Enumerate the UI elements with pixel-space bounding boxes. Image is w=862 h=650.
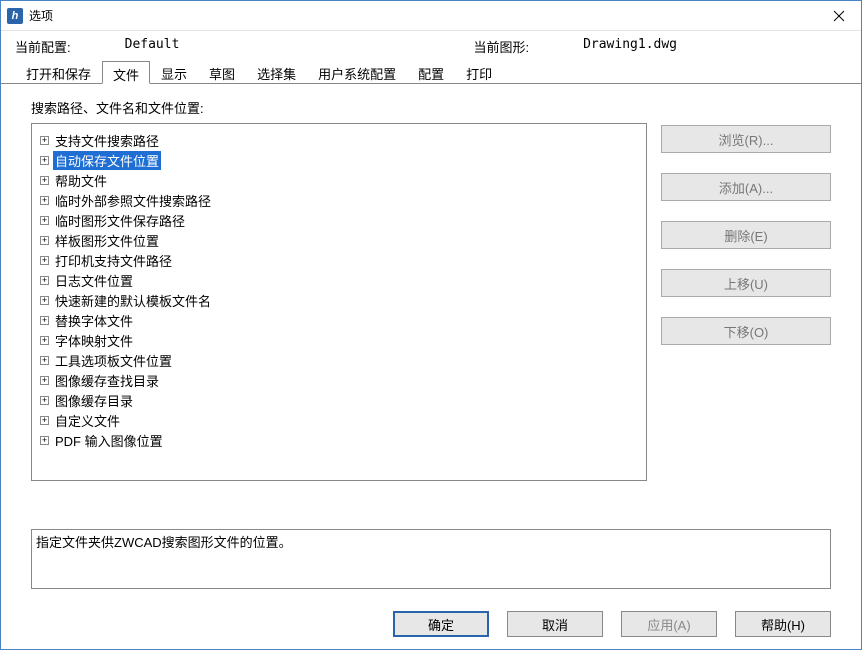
close-button[interactable] xyxy=(817,1,861,31)
move-up-button[interactable]: 上移(U) xyxy=(661,269,831,297)
expand-icon[interactable]: + xyxy=(40,196,49,205)
delete-button[interactable]: 删除(E) xyxy=(661,221,831,249)
tree-item[interactable]: + 帮助文件 xyxy=(36,170,642,190)
tab-4[interactable]: 选择集 xyxy=(246,60,307,83)
expand-icon[interactable]: + xyxy=(40,216,49,225)
tree-item-label: 图像缓存查找目录 xyxy=(53,371,161,390)
tree-item[interactable]: + 样板图形文件位置 xyxy=(36,230,642,250)
expand-icon[interactable]: + xyxy=(40,436,49,445)
cancel-button[interactable]: 取消 xyxy=(507,611,603,637)
current-drawing-value: Drawing1.dwg xyxy=(583,37,677,56)
tree-item[interactable]: + 图像缓存查找目录 xyxy=(36,370,642,390)
current-drawing-label: 当前图形: xyxy=(473,37,529,56)
expand-icon[interactable]: + xyxy=(40,156,49,165)
ok-button[interactable]: 确定 xyxy=(393,611,489,637)
tree-item[interactable]: + 临时图形文件保存路径 xyxy=(36,210,642,230)
expand-icon[interactable]: + xyxy=(40,416,49,425)
titlebar: h 选项 xyxy=(1,1,861,31)
tabbar: 打开和保存文件显示草图选择集用户系统配置配置打印 xyxy=(1,60,861,84)
tree-item-label: 支持文件搜索路径 xyxy=(53,131,161,150)
move-down-button[interactable]: 下移(O) xyxy=(661,317,831,345)
tree-item-label: 自动保存文件位置 xyxy=(53,151,161,170)
tree-item-label: 日志文件位置 xyxy=(53,271,135,290)
expand-icon[interactable]: + xyxy=(40,376,49,385)
close-icon xyxy=(833,10,845,22)
tree-item-label: 自定义文件 xyxy=(53,411,122,430)
tab-3[interactable]: 草图 xyxy=(198,60,246,83)
expand-icon[interactable]: + xyxy=(40,256,49,265)
help-button[interactable]: 帮助(H) xyxy=(735,611,831,637)
expand-icon[interactable]: + xyxy=(40,236,49,245)
tree-item-label: 字体映射文件 xyxy=(53,331,135,350)
tree-item-label: 临时外部参照文件搜索路径 xyxy=(53,191,213,210)
tab-6[interactable]: 配置 xyxy=(407,60,455,83)
tree-item-label: 打印机支持文件路径 xyxy=(53,251,174,270)
expand-icon[interactable]: + xyxy=(40,136,49,145)
expand-icon[interactable]: + xyxy=(40,396,49,405)
tab-7[interactable]: 打印 xyxy=(455,60,503,83)
tree-item-label: 帮助文件 xyxy=(53,171,109,190)
browse-button[interactable]: 浏览(R)... xyxy=(661,125,831,153)
tree-item[interactable]: + 快速新建的默认模板文件名 xyxy=(36,290,642,310)
section-label: 搜索路径、文件名和文件位置: xyxy=(31,98,831,117)
expand-icon[interactable]: + xyxy=(40,276,49,285)
expand-icon[interactable]: + xyxy=(40,316,49,325)
window-title: 选项 xyxy=(29,7,53,24)
tree-item-label: 替换字体文件 xyxy=(53,311,135,330)
header-row: 当前配置: Default 当前图形: Drawing1.dwg xyxy=(1,31,861,58)
tree-item-label: 样板图形文件位置 xyxy=(53,231,161,250)
tree-item[interactable]: + 替换字体文件 xyxy=(36,310,642,330)
side-buttons: 浏览(R)... 添加(A)... 删除(E) 上移(U) 下移(O) xyxy=(661,123,831,503)
current-profile-label: 当前配置: xyxy=(15,37,71,56)
expand-icon[interactable]: + xyxy=(40,356,49,365)
tree-item[interactable]: + 支持文件搜索路径 xyxy=(36,130,642,150)
tree-item-label: PDF 输入图像位置 xyxy=(53,431,165,450)
app-icon: h xyxy=(7,8,23,24)
tree-item[interactable]: + 打印机支持文件路径 xyxy=(36,250,642,270)
options-dialog: h 选项 当前配置: Default 当前图形: Drawing1.dwg 打开… xyxy=(0,0,862,650)
expand-icon[interactable]: + xyxy=(40,336,49,345)
tree-item-label: 图像缓存目录 xyxy=(53,391,135,410)
tab-2[interactable]: 显示 xyxy=(150,60,198,83)
expand-icon[interactable]: + xyxy=(40,176,49,185)
current-profile-value: Default xyxy=(125,37,180,56)
add-button[interactable]: 添加(A)... xyxy=(661,173,831,201)
tree-item[interactable]: + 临时外部参照文件搜索路径 xyxy=(36,190,642,210)
expand-icon[interactable]: + xyxy=(40,296,49,305)
tree-item[interactable]: + 图像缓存目录 xyxy=(36,390,642,410)
tree-item[interactable]: + 字体映射文件 xyxy=(36,330,642,350)
tree-item-label: 工具选项板文件位置 xyxy=(53,351,174,370)
tree-item[interactable]: + PDF 输入图像位置 xyxy=(36,430,642,450)
apply-button[interactable]: 应用(A) xyxy=(621,611,717,637)
tree-item[interactable]: + 工具选项板文件位置 xyxy=(36,350,642,370)
tree-item-label: 临时图形文件保存路径 xyxy=(53,211,187,230)
tab-0[interactable]: 打开和保存 xyxy=(15,60,102,83)
tree-item[interactable]: + 自定义文件 xyxy=(36,410,642,430)
tree-item-label: 快速新建的默认模板文件名 xyxy=(53,291,213,310)
tab-1[interactable]: 文件 xyxy=(102,61,150,84)
description-box: 指定文件夹供ZWCAD搜索图形文件的位置。 xyxy=(31,529,831,589)
tab-5[interactable]: 用户系统配置 xyxy=(307,60,407,83)
footer: 确定 取消 应用(A) 帮助(H) xyxy=(1,599,861,649)
tree-item[interactable]: + 日志文件位置 xyxy=(36,270,642,290)
tree-view[interactable]: + 支持文件搜索路径 + 自动保存文件位置 + 帮助文件 + 临时外部参照文件搜索路径 + 临时图… xyxy=(31,123,647,481)
tab-content-files: 搜索路径、文件名和文件位置: + 支持文件搜索路径 + 自动保存文件位置 + 帮助文件 + 临… xyxy=(1,84,861,599)
tree-item[interactable]: + 自动保存文件位置 xyxy=(36,150,642,170)
